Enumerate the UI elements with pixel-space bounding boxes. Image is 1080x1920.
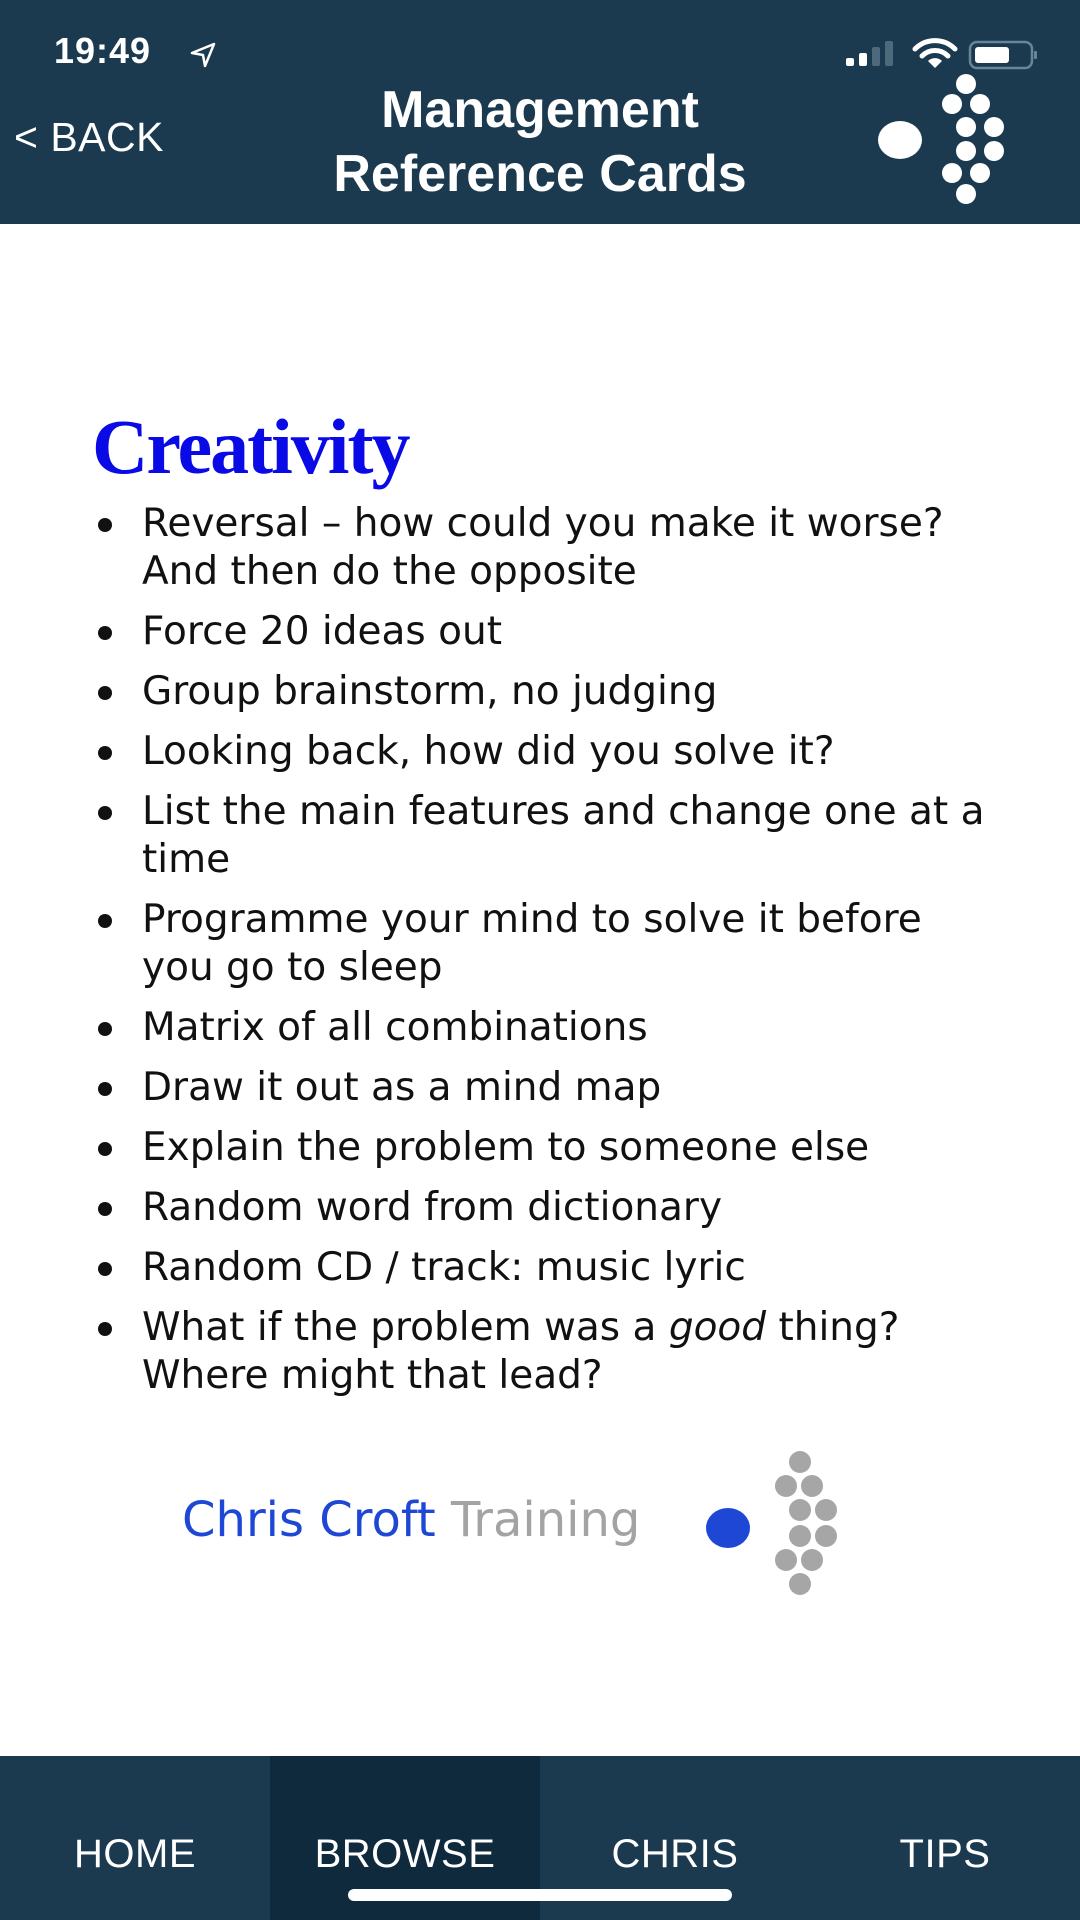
bullet-icon (98, 1022, 112, 1036)
list-item: Random CD / track: music lyric (92, 1244, 992, 1292)
bullet-icon (98, 1322, 112, 1336)
list-item: Random word from dictionary (92, 1184, 992, 1232)
bullet-icon (98, 626, 112, 640)
home-indicator[interactable] (348, 1889, 732, 1901)
logo-icon (878, 74, 1004, 204)
page-title: Management Reference Cards (270, 78, 810, 206)
list-item: Matrix of all combinations (92, 1004, 992, 1052)
battery-icon (968, 40, 1037, 70)
bullet-icon (98, 1082, 112, 1096)
tab-home[interactable]: HOME (0, 1756, 270, 1920)
bullet-icon (98, 1262, 112, 1276)
list-item: Looking back, how did you solve it? (92, 728, 992, 776)
card-title: Creativity (92, 403, 410, 490)
title-line-1: Management (381, 81, 699, 139)
brand-name: Chris Croft (182, 1492, 436, 1548)
wifi-icon (912, 38, 958, 68)
list-item: Draw it out as a mind map (92, 1064, 992, 1112)
list-item: Group brainstorm, no judging (92, 668, 992, 716)
bullet-icon (98, 914, 112, 928)
bullet-icon (98, 806, 112, 820)
title-line-2: Reference Cards (333, 145, 747, 203)
back-button[interactable]: < BACK (14, 114, 164, 161)
bullet-icon (98, 1142, 112, 1156)
card-content: Creativity Reversal – how could you make… (0, 224, 1080, 1440)
brand-suffix: Training (450, 1492, 641, 1548)
bullet-icon (98, 746, 112, 760)
location-arrow-icon (190, 42, 216, 68)
brand-wordmark: Chris Croft Training (182, 1492, 640, 1548)
list-item: Explain the problem to someone else (92, 1124, 992, 1172)
list-item: Reversal – how could you make it worse? … (92, 500, 992, 596)
tab-tips[interactable]: TIPS (810, 1756, 1080, 1920)
list-item: Programme your mind to solve it before y… (92, 896, 992, 992)
app-header: 19:49 < BACK Management Reference Cards (0, 0, 1080, 224)
bullet-list: Reversal – how could you make it worse? … (92, 500, 992, 1412)
brand-logo-icon (706, 1451, 837, 1595)
bullet-icon (98, 1202, 112, 1216)
list-item: What if the problem was a good thing? Wh… (92, 1304, 992, 1400)
list-item: Force 20 ideas out (92, 608, 992, 656)
status-time: 19:49 (54, 30, 152, 71)
bullet-icon (98, 518, 112, 532)
bullet-icon (98, 686, 112, 700)
list-item: List the main features and change one at… (92, 788, 992, 884)
cellular-signal-icon (846, 41, 893, 66)
reference-card: Creativity Reversal – how could you make… (0, 224, 1080, 1756)
